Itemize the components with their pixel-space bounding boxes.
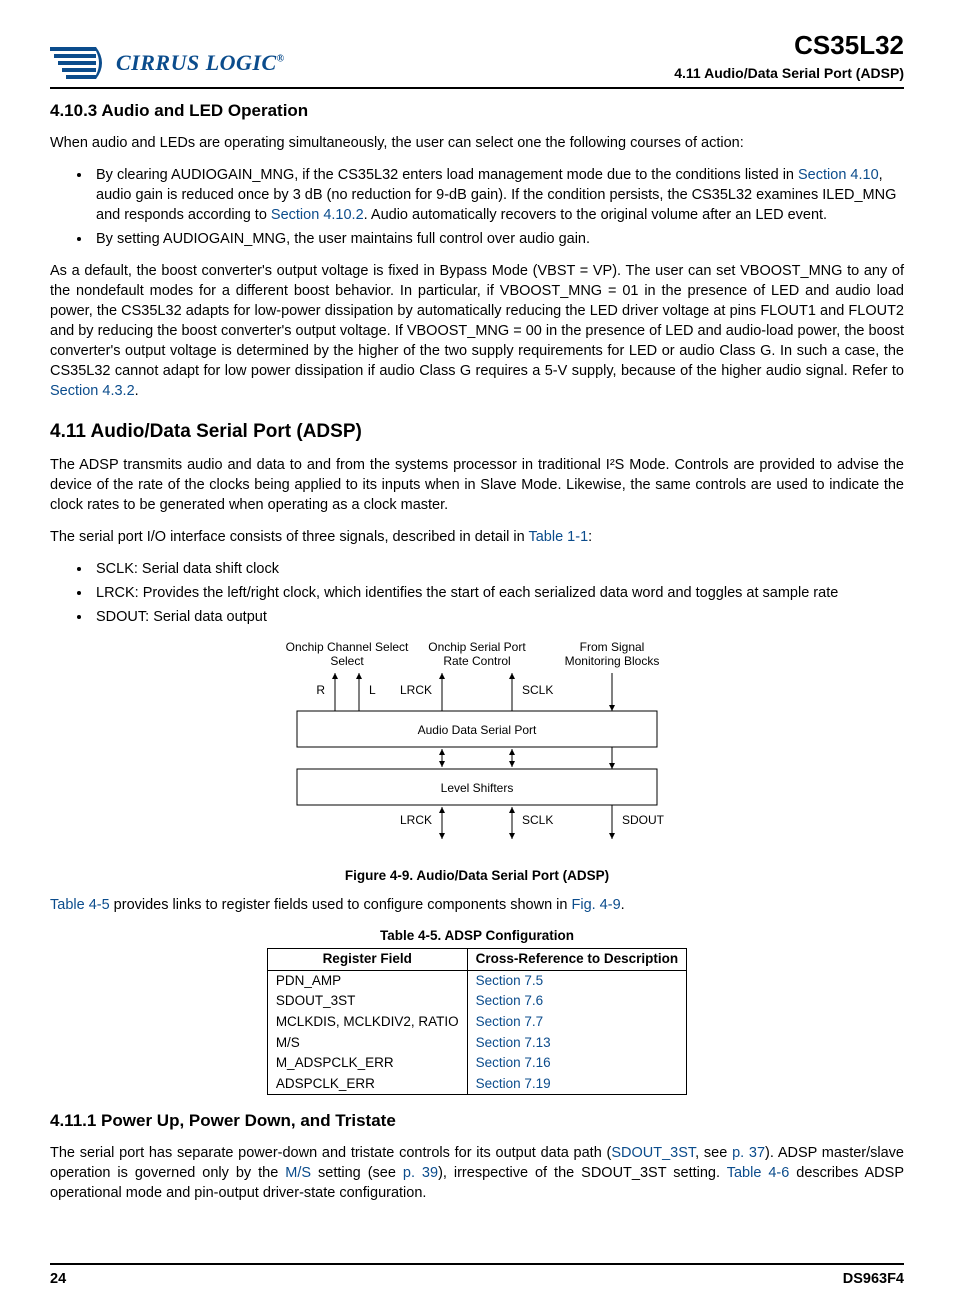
link-section-4-10[interactable]: Section 4.10	[798, 167, 879, 183]
link-fig-4-9[interactable]: Fig. 4-9	[571, 897, 620, 913]
svg-text:SCLK: SCLK	[522, 683, 553, 697]
table-row: ADSPCLK_ERR Section 7.19	[267, 1074, 686, 1095]
diagram-box-label: Level Shifters	[441, 781, 514, 795]
link-p37[interactable]: p. 37	[732, 1145, 765, 1161]
register-field-cell: M_ADSPCLK_ERR	[267, 1053, 467, 1074]
table-header: Cross-Reference to Description	[467, 949, 687, 971]
table-row: MCLKDIS, MCLKDIV2, RATIO Section 7.7	[267, 1012, 686, 1033]
table-row: PDN_AMP Section 7.5	[267, 970, 686, 991]
cross-ref-cell: Section 7.7	[467, 1012, 687, 1033]
heading-4-11-1: 4.11.1 Power Up, Power Down, and Tristat…	[50, 1109, 904, 1132]
paragraph: As a default, the boost converter's outp…	[50, 261, 904, 401]
paragraph: When audio and LEDs are operating simult…	[50, 133, 904, 153]
register-field-cell: M/S	[267, 1033, 467, 1054]
page-header: CIRRUS LOGIC® CS35L32 4.11 Audio/Data Se…	[50, 28, 904, 89]
cross-ref-cell: Section 7.5	[467, 970, 687, 991]
link-section-ref[interactable]: Section 7.6	[476, 993, 544, 1008]
link-table-4-6[interactable]: Table 4-6	[727, 1165, 790, 1181]
logo-icon	[50, 43, 108, 83]
link-section-ref[interactable]: Section 7.19	[476, 1076, 551, 1091]
register-field-cell: ADSPCLK_ERR	[267, 1074, 467, 1095]
link-sdout-3st[interactable]: SDOUT_3ST	[611, 1145, 695, 1161]
svg-text:SCLK: SCLK	[522, 813, 553, 827]
heading-4-10-3: 4.10.3 Audio and LED Operation	[50, 99, 904, 122]
svg-text:SDOUT: SDOUT	[622, 813, 665, 827]
page-footer: 24 DS963F4	[50, 1263, 904, 1289]
page-number: 24	[50, 1269, 66, 1289]
svg-text:Rate Control: Rate Control	[443, 654, 510, 668]
cross-ref-cell: Section 7.6	[467, 991, 687, 1012]
cross-ref-cell: Section 7.16	[467, 1053, 687, 1074]
bullet-list: By clearing AUDIOGAIN_MNG, if the CS35L3…	[92, 165, 904, 249]
signal-list: SCLK: Serial data shift clock LRCK: Prov…	[92, 559, 904, 627]
part-number: CS35L32	[674, 28, 904, 64]
table-row: M/S Section 7.13	[267, 1033, 686, 1054]
link-p39[interactable]: p. 39	[403, 1165, 438, 1181]
link-section-ref[interactable]: Section 7.7	[476, 1014, 544, 1029]
figure-4-9-diagram: Onchip Channel Select Select Onchip Seri…	[50, 639, 904, 859]
company-logo: CIRRUS LOGIC®	[50, 43, 285, 83]
paragraph: The serial port has separate power-down …	[50, 1143, 904, 1203]
link-table-1-1[interactable]: Table 1-1	[528, 529, 588, 545]
svg-text:Monitoring Blocks: Monitoring Blocks	[565, 654, 660, 668]
cross-ref-cell: Section 7.19	[467, 1074, 687, 1095]
header-right: CS35L32 4.11 Audio/Data Serial Port (ADS…	[674, 28, 904, 83]
svg-text:Select: Select	[330, 654, 364, 668]
list-item: SDOUT: Serial data output	[92, 607, 904, 627]
diagram-label: From Signal	[580, 640, 645, 654]
paragraph: The ADSP transmits audio and data to and…	[50, 455, 904, 515]
list-item: SCLK: Serial data shift clock	[92, 559, 904, 579]
register-field-cell: SDOUT_3ST	[267, 991, 467, 1012]
register-field-cell: MCLKDIS, MCLKDIV2, RATIO	[267, 1012, 467, 1033]
link-section-4-3-2[interactable]: Section 4.3.2	[50, 383, 135, 399]
diagram-box-label: Audio Data Serial Port	[418, 723, 537, 737]
cross-ref-cell: Section 7.13	[467, 1033, 687, 1054]
register-field-cell: PDN_AMP	[267, 970, 467, 991]
svg-text:LRCK: LRCK	[400, 813, 432, 827]
svg-text:R: R	[316, 683, 325, 697]
table-row: M_ADSPCLK_ERR Section 7.16	[267, 1053, 686, 1074]
paragraph: Table 4-5 provides links to register fie…	[50, 895, 904, 915]
figure-caption: Figure 4-9. Audio/Data Serial Port (ADSP…	[50, 867, 904, 886]
table-header: Register Field	[267, 949, 467, 971]
table-adsp-configuration: Register Field Cross-Reference to Descri…	[267, 948, 687, 1095]
paragraph: The serial port I/O interface consists o…	[50, 527, 904, 547]
list-item: By clearing AUDIOGAIN_MNG, if the CS35L3…	[92, 165, 904, 225]
svg-text:L: L	[369, 683, 376, 697]
table-row: SDOUT_3ST Section 7.6	[267, 991, 686, 1012]
diagram-label: Onchip Channel Select	[286, 640, 409, 654]
doc-number: DS963F4	[843, 1269, 904, 1289]
table-caption: Table 4-5. ADSP Configuration	[50, 927, 904, 946]
list-item: By setting AUDIOGAIN_MNG, the user maint…	[92, 229, 904, 249]
link-section-4-10-2[interactable]: Section 4.10.2	[271, 207, 364, 223]
heading-4-11: 4.11 Audio/Data Serial Port (ADSP)	[50, 419, 904, 445]
link-section-ref[interactable]: Section 7.16	[476, 1055, 551, 1070]
header-section-label: 4.11 Audio/Data Serial Port (ADSP)	[674, 64, 904, 83]
link-section-ref[interactable]: Section 7.5	[476, 973, 544, 988]
logo-text: CIRRUS LOGIC®	[116, 48, 285, 78]
svg-text:LRCK: LRCK	[400, 683, 432, 697]
diagram-label: Onchip Serial Port	[428, 640, 526, 654]
link-m-s[interactable]: M/S	[285, 1165, 311, 1181]
list-item: LRCK: Provides the left/right clock, whi…	[92, 583, 904, 603]
link-table-4-5[interactable]: Table 4-5	[50, 897, 110, 913]
link-section-ref[interactable]: Section 7.13	[476, 1035, 551, 1050]
